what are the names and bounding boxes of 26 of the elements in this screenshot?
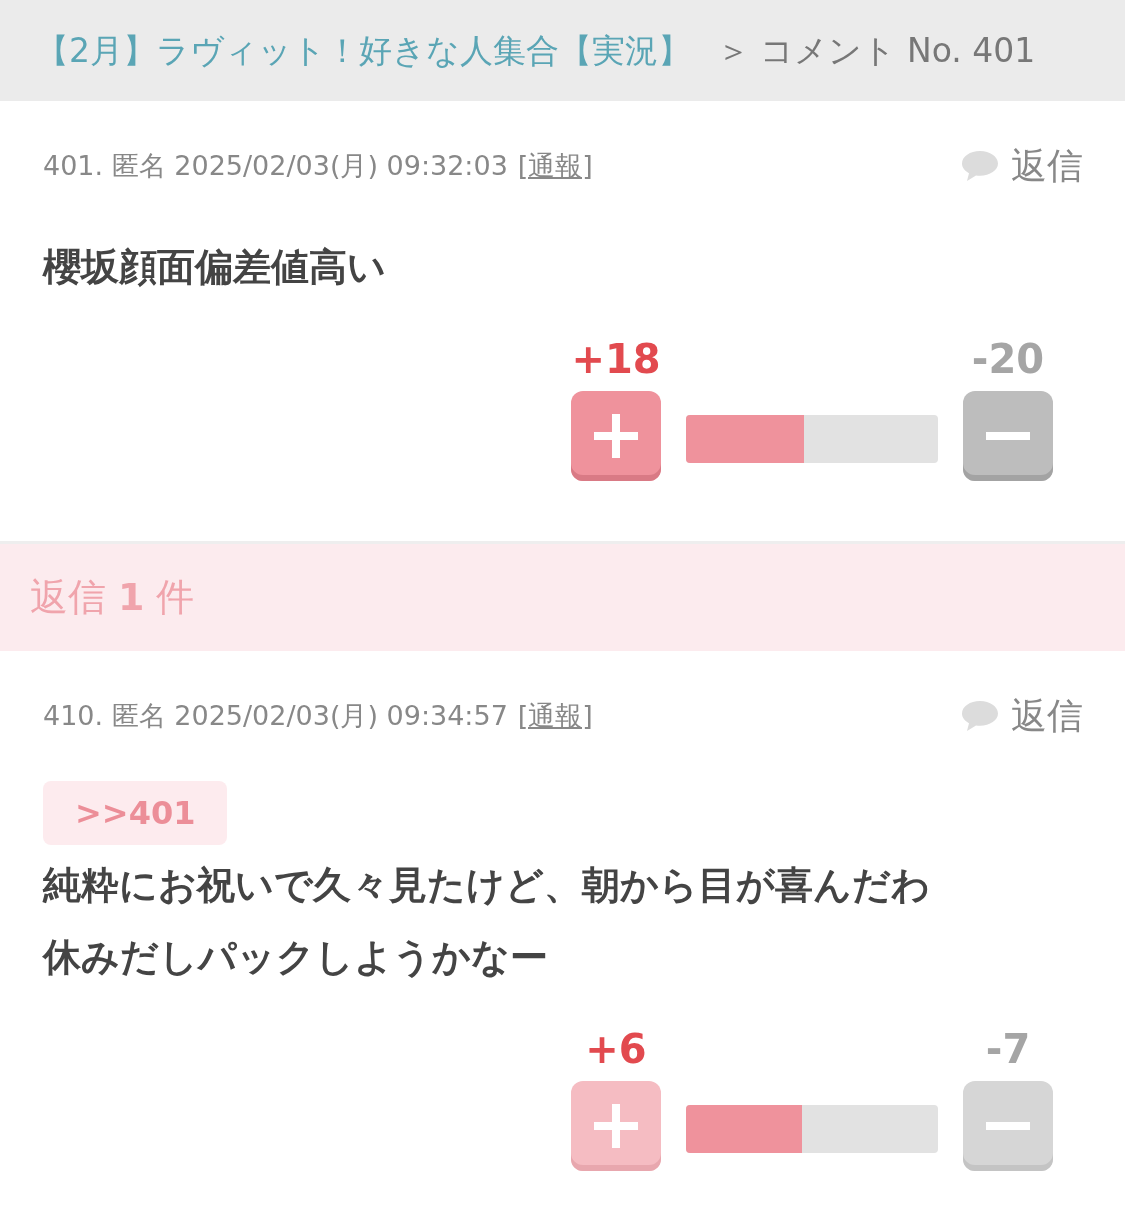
- thread-link[interactable]: 【2月】ラヴィット！好きな人集合【実況】: [36, 25, 691, 76]
- replies-label: 返信: [30, 574, 106, 621]
- comment-text: 純粋にお祝いで久々見たけど、朝から目が喜んだわ 休みだしパックしようかなー: [43, 862, 931, 981]
- replies-count: 1: [118, 574, 145, 621]
- comment-text: 櫻坂顔面偏差値高い: [43, 244, 387, 291]
- minus-icon: [986, 1122, 1030, 1130]
- speech-bubble-icon: [961, 699, 999, 733]
- speech-bubble-icon: [961, 149, 999, 183]
- minus-count: -20: [971, 339, 1045, 379]
- plus-icon: [594, 1104, 638, 1148]
- breadcrumb-current: ＞ コメント No. 401: [717, 29, 1036, 72]
- comment-meta: 401. 匿名 2025/02/03(月) 09:32:03: [43, 148, 508, 183]
- plus-icon: [594, 414, 638, 458]
- comment-meta: 410. 匿名 2025/02/03(月) 09:34:57: [43, 698, 508, 733]
- plus-button[interactable]: [571, 391, 661, 481]
- reply-button[interactable]: 返信: [961, 689, 1083, 743]
- plus-count: +18: [571, 339, 661, 379]
- minus-icon: [986, 432, 1030, 440]
- reply-anchor-link[interactable]: >>401: [43, 781, 228, 845]
- replies-unit: 件: [156, 574, 195, 621]
- minus-button[interactable]: [963, 391, 1053, 481]
- plus-count: +6: [585, 1029, 647, 1069]
- report-link[interactable]: [通報]: [517, 145, 593, 187]
- report-link[interactable]: [通報]: [517, 695, 593, 737]
- minus-count: -7: [985, 1029, 1031, 1069]
- reply-button[interactable]: 返信: [961, 139, 1083, 193]
